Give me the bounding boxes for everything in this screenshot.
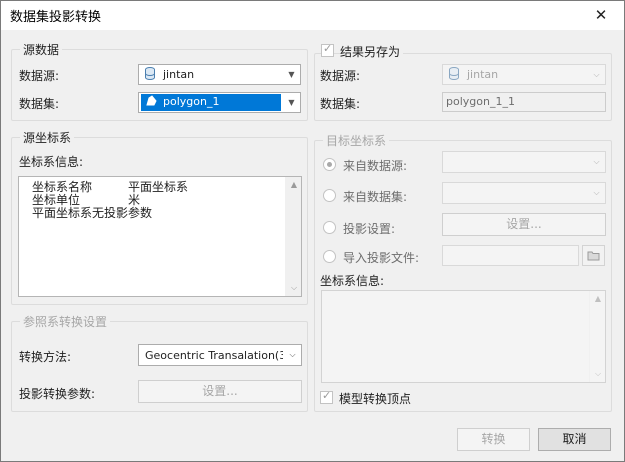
scroll-up-icon[interactable]: ▲ (590, 291, 606, 307)
transform-method-label: 转换方法: (19, 350, 72, 364)
chevron-down-icon[interactable]: ⌵ (588, 152, 605, 171)
save-as-label: 结果另存为 (340, 43, 404, 60)
source-crs-info-label: 坐标系信息: (19, 155, 84, 169)
dialog-title: 数据集投影转换 (10, 10, 102, 25)
target-crs-info-box[interactable]: ▲ ⌵ (321, 290, 606, 383)
source-dataset-select[interactable]: polygon_1 ▼ (138, 92, 301, 113)
target-crs-legend: 目标坐标系 (326, 134, 387, 148)
source-dataset-label: 数据集: (19, 97, 60, 111)
radio-from-dataset[interactable] (323, 189, 336, 202)
transform-method-value: Geocentric Transalation(3-p (145, 349, 283, 362)
option-projection-settings-label: 投影设置: (343, 222, 396, 236)
radio-from-datasource[interactable] (323, 158, 336, 171)
option-from-datasource-label: 来自数据源: (343, 159, 408, 173)
model-vertex-label: 模型转换顶点 (339, 392, 412, 406)
target-datasource-value: jintan (467, 68, 499, 81)
projection-settings-button[interactable]: 设置... (442, 213, 606, 236)
close-icon[interactable]: ✕ (590, 4, 612, 26)
option-import-file-label: 导入投影文件: (343, 251, 420, 265)
scroll-down-icon[interactable]: ⌵ (590, 366, 606, 382)
database-icon (145, 67, 155, 80)
source-datasource-label: 数据源: (19, 69, 60, 83)
target-datasource-select[interactable]: jintan ⌵ (442, 64, 606, 85)
convert-button[interactable]: 转换 (457, 428, 530, 451)
radio-projection-settings[interactable] (323, 221, 336, 234)
chevron-down-icon[interactable]: ▼ (283, 93, 300, 112)
transform-params-label: 投影转换参数: (19, 387, 96, 401)
vertical-scrollbar[interactable]: ▲ ⌵ (285, 177, 301, 296)
option-from-dataset-label: 来自数据集: (343, 190, 408, 204)
model-vertex-checkbox[interactable]: ✓ (320, 389, 333, 404)
scroll-down-icon[interactable]: ⌵ (286, 280, 302, 296)
source-datasource-select[interactable]: jintan ▼ (138, 64, 301, 85)
database-icon (449, 67, 459, 80)
chevron-down-icon[interactable]: ⌵ (284, 345, 301, 364)
transform-params-button[interactable]: 设置... (138, 380, 302, 403)
projection-transform-dialog: 数据集投影转换 ✕ 源数据 数据源: jintan ▼ 数据集: polygon… (0, 0, 625, 462)
chevron-down-icon[interactable]: ⌵ (588, 183, 605, 202)
browse-file-button[interactable] (582, 245, 605, 266)
radio-import-projection-file[interactable] (323, 250, 336, 263)
source-data-legend: 源数据 (23, 43, 60, 57)
target-dataset-field[interactable]: polygon_1_1 (442, 92, 606, 112)
checkmark-icon: ✓ (323, 42, 333, 55)
title-bar: 数据集投影转换 ✕ (1, 1, 624, 30)
save-as-checkbox[interactable]: ✓ (321, 42, 334, 57)
source-datasource-value: jintan (163, 68, 195, 81)
scroll-up-icon[interactable]: ▲ (286, 177, 302, 193)
projection-file-path[interactable] (442, 245, 579, 266)
crs-dataset-select[interactable]: ⌵ (442, 182, 606, 204)
target-datasource-label: 数据源: (320, 69, 361, 83)
crs-datasource-select[interactable]: ⌵ (442, 151, 606, 173)
target-dataset-label: 数据集: (320, 97, 361, 111)
polygon-dataset-icon (146, 95, 157, 106)
chevron-down-icon[interactable]: ⌵ (588, 65, 605, 84)
reference-transform-legend: 参照系转换设置 (23, 315, 108, 329)
transform-method-select[interactable]: Geocentric Transalation(3-p ⌵ (138, 344, 302, 366)
vertical-scrollbar[interactable]: ▲ ⌵ (589, 291, 605, 382)
source-crs-info-box[interactable]: 坐标系名称 平面坐标系 坐标单位米 平面坐标系无投影参数 ▲ ⌵ (18, 176, 302, 297)
crs-info-row: 平面坐标系无投影参数 (32, 206, 153, 220)
source-dataset-value: polygon_1 (163, 95, 220, 108)
target-crs-info-label: 坐标系信息: (320, 274, 385, 288)
source-crs-info-text: 坐标系名称 平面坐标系 坐标单位米 平面坐标系无投影参数 (32, 181, 188, 220)
chevron-down-icon[interactable]: ▼ (283, 65, 300, 84)
cancel-button[interactable]: 取消 (538, 428, 611, 451)
checkmark-icon: ✓ (322, 389, 332, 402)
folder-icon (587, 251, 600, 261)
source-crs-legend: 源坐标系 (23, 131, 72, 145)
